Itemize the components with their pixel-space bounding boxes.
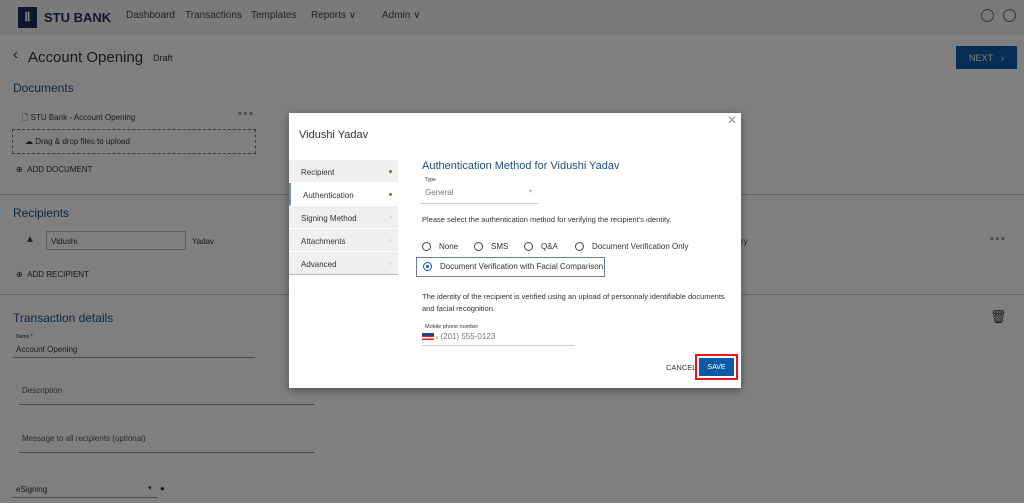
radio-doc-verification-only[interactable]: Document Verification Only xyxy=(575,242,689,252)
radio-sms[interactable]: SMS xyxy=(474,242,509,252)
radio-icon xyxy=(422,242,431,252)
cancel-button[interactable]: CANCEL xyxy=(666,363,696,372)
type-label: Type xyxy=(425,177,436,183)
radio-qa[interactable]: Q&A xyxy=(524,242,558,252)
radio-icon xyxy=(524,242,533,252)
phone-value: (201) 555-0123 xyxy=(440,332,496,341)
auth-instruction: Please select the authentication method … xyxy=(422,215,672,224)
recipient-dialog: ✕ Vidushi Yadav Recipient Authentication… xyxy=(289,113,741,388)
radio-icon xyxy=(474,242,483,252)
status-dot-icon xyxy=(389,239,392,242)
dialog-nav-signing-method[interactable]: Signing Method xyxy=(289,206,398,229)
auth-heading: Authentication Method for Vidushi Yadav xyxy=(422,160,620,172)
nav-label: Attachments xyxy=(301,237,346,246)
phone-input[interactable]: ∨ (201) 555-0123 xyxy=(422,332,575,346)
status-dot-icon xyxy=(389,193,392,196)
nav-label: Signing Method xyxy=(301,214,357,223)
radio-label: Q&A xyxy=(541,242,558,251)
radio-none[interactable]: None xyxy=(422,242,459,252)
radio-selected-icon xyxy=(423,262,432,272)
status-dot-icon xyxy=(389,216,392,219)
close-icon[interactable]: ✕ xyxy=(727,113,737,127)
dialog-nav-advanced[interactable]: Advanced xyxy=(289,252,398,275)
phone-label: Mobile phone number xyxy=(425,324,479,330)
dialog-nav-attachments[interactable]: Attachments xyxy=(289,229,398,252)
type-select[interactable]: General ▾ xyxy=(420,185,538,204)
save-highlight-box: SAVE xyxy=(695,354,738,380)
radio-label: Document Verification Only xyxy=(592,242,689,251)
save-button[interactable]: SAVE xyxy=(699,358,734,376)
radio-icon xyxy=(575,242,584,252)
radio-doc-verification-facial[interactable]: Document Verification with Facial Compar… xyxy=(416,257,605,277)
dialog-title: Vidushi Yadav xyxy=(299,129,369,141)
type-value: General xyxy=(425,188,454,197)
radio-label: SMS xyxy=(491,242,509,251)
dialog-nav-recipient[interactable]: Recipient xyxy=(289,160,398,183)
dropdown-arrow-icon: ▾ xyxy=(528,189,532,195)
auth-description: The identity of the recipient is verifie… xyxy=(422,292,725,313)
nav-label: Recipient xyxy=(301,168,335,177)
nav-label: Advanced xyxy=(301,260,337,269)
radio-label: Document Verification with Facial Compar… xyxy=(440,262,604,271)
us-flag-icon[interactable] xyxy=(422,333,434,341)
nav-label: Authentication xyxy=(303,191,354,200)
status-dot-icon xyxy=(389,170,392,173)
status-dot-icon xyxy=(389,262,392,265)
dialog-nav-authentication[interactable]: Authentication xyxy=(289,183,398,206)
radio-label: None xyxy=(439,242,459,251)
